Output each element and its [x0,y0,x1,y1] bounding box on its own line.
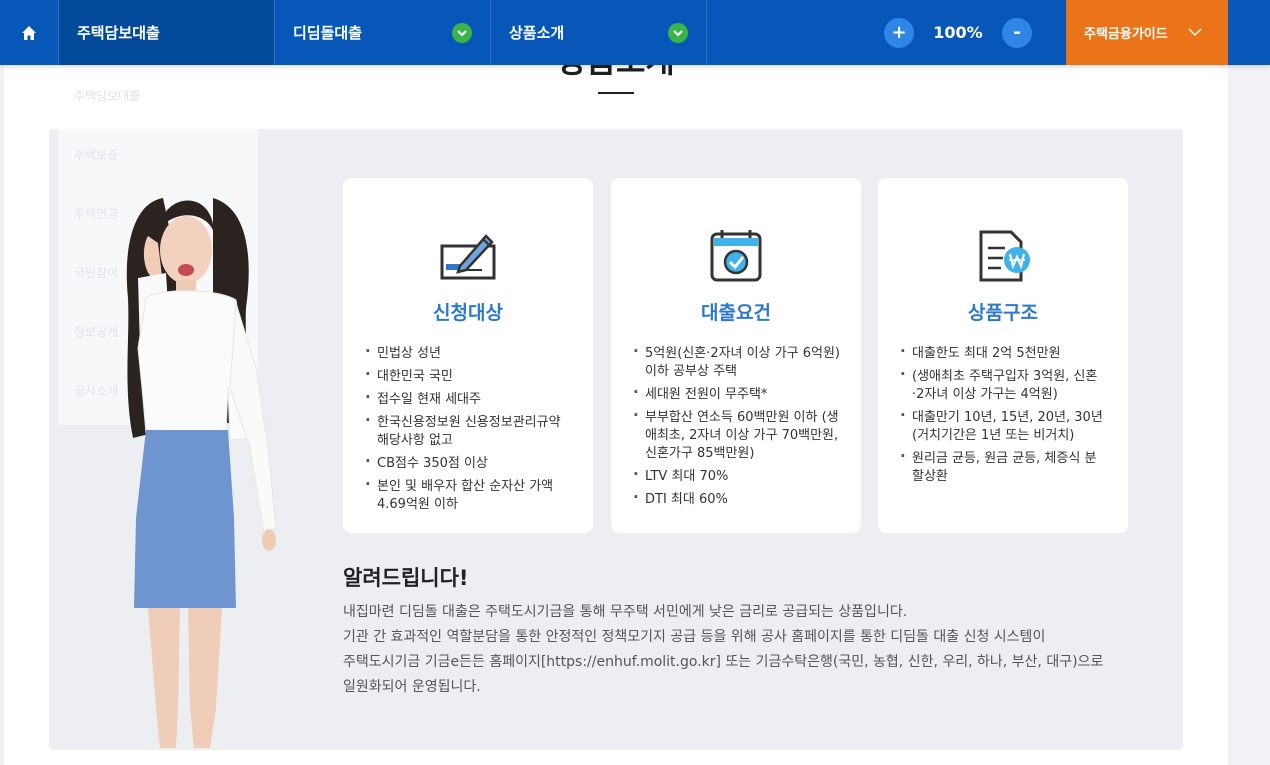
card-title: 대출요건 [701,302,771,324]
ghost-menu-item[interactable]: 주택보증 [58,124,258,183]
card-title: 상품구조 [968,302,1038,324]
list-item: LTV 최대 70% [633,465,841,486]
nav-menu-didimdol[interactable]: 디딤돌대출 [275,0,491,65]
zoom-level: 100% [933,23,983,42]
home-button[interactable] [0,0,59,65]
notice-line: 내집마련 디딤돌 대출은 주택도시기금을 통해 무주택 서민에게 낮은 금리로 … [343,604,908,620]
title-underline [598,92,634,94]
list-item: 본인 및 배우자 합산 순자산 가액 4.69억원 이하 [365,475,573,514]
nav-menu-label: 주택담보대출 [77,24,160,42]
chevron-down-icon [668,22,688,43]
card-list: 대출한도 최대 2억 5천만원 (생애최초 주택구입자 3억원, 신혼·2자녀 … [878,342,1128,486]
card-list: 5억원(신혼·2자녀 이상 가구 6억원) 이하 공부상 주택 세대원 전원이 … [611,342,861,509]
card-title: 신청대상 [433,302,503,324]
notice-body: 내집마련 디딤돌 대출은 주택도시기금을 통해 무주택 서민에게 낮은 금리로 … [343,600,1153,700]
list-item: 대출한도 최대 2억 5천만원 [900,342,1108,363]
list-item: 부부합산 연소득 60백만원 이하 (생애최초, 2자녀 이상 가구 70백만원… [633,406,841,463]
list-item: DTI 최대 60% [633,488,841,509]
nav-menu-label: 상품소개 [509,24,565,42]
list-item: 세대원 전원이 무주택* [633,383,841,404]
right-gutter [1228,65,1270,765]
card-loan-requirements: 대출요건 5억원(신혼·2자녀 이상 가구 6억원) 이하 공부상 주택 세대원… [611,178,861,533]
notice-line: 기관 간 효과적인 역할분담을 통한 안정적인 정책모기지 공급 등을 위해 공… [343,629,1046,645]
guide-label: 주택금융가이드 [1084,27,1168,42]
zoom-in-button[interactable]: + [884,17,914,48]
zoom-control: + 100% - [884,0,1032,65]
top-navigation: 주택담보대출 디딤돌대출 상품소개 + 100% - 주택금융가이드 [0,0,1270,65]
list-item: (생애최초 주택구입자 3억원, 신혼·2자녀 이상 가구는 4억원) [900,365,1108,404]
chevron-down-icon [452,22,472,43]
woman-illustration [126,198,277,748]
card-product-structure: 상품구조 대출한도 최대 2억 5천만원 (생애최초 주택구입자 3억원, 신혼… [878,178,1128,533]
notice-line: 일원화되어 운영됩니다. [343,679,481,695]
list-item: 접수일 현재 세대주 [365,388,573,409]
chevron-down-icon [1188,28,1202,37]
list-item: 5억원(신혼·2자녀 이상 가구 6억원) 이하 공부상 주택 [633,342,841,381]
list-item: 한국신용정보원 신용정보관리규약 해당사항 없고 [365,411,573,450]
notice-title: 알려드립니다! [343,566,469,590]
list-item: 원리금 균등, 원금 균등, 체증식 분할상환 [900,447,1108,486]
nav-menu-label: 디딤돌대출 [293,24,363,42]
home-icon [22,25,36,40]
list-item: 민법상 성년 [365,342,573,363]
notice-line: 주택도시기금 기금e든든 홈페이지[https://enhuf.molit.go… [343,654,1104,670]
calendar-check-icon [710,230,762,282]
card-list: 민법상 성년 대한민국 국민 접수일 현재 세대주 한국신용정보원 신용정보관리… [343,342,593,514]
list-item: 대출만기 10년, 15년, 20년, 30년 (거치기간은 1년 또는 비거치… [900,406,1108,445]
nav-menu-mortgage[interactable]: 주택담보대출 [59,0,275,65]
housing-finance-guide-button[interactable]: 주택금융가이드 [1066,0,1228,65]
document-won-icon [979,230,1030,282]
list-item: CB점수 350점 이상 [365,452,573,473]
nav-menu-product-intro[interactable]: 상품소개 [491,0,707,65]
list-item: 대한민국 국민 [365,365,573,386]
signing-pen-icon [440,234,496,280]
card-application-target: 신청대상 민법상 성년 대한민국 국민 접수일 현재 세대주 한국신용정보원 신… [343,178,593,533]
zoom-out-button[interactable]: - [1002,17,1032,48]
